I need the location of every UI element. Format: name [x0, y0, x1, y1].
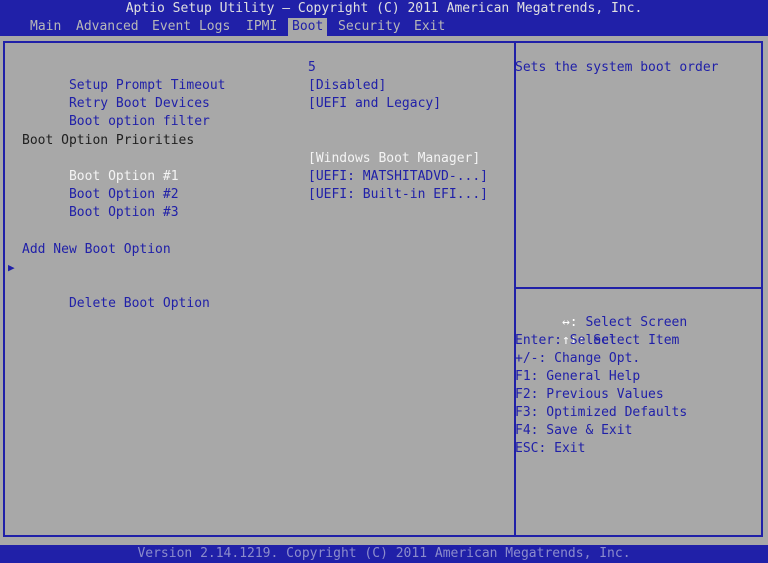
boot-option-value: [Windows Boot Manager]	[308, 151, 481, 166]
key-hint-f2: F2: Previous Values	[515, 387, 664, 402]
setting-value: 5	[308, 60, 316, 75]
vertical-divider	[514, 43, 516, 535]
tab-exit[interactable]: Exit	[410, 18, 449, 36]
tab-advanced[interactable]: Advanced	[72, 18, 143, 36]
tab-main[interactable]: Main	[26, 18, 65, 36]
delete-boot-option[interactable]: ▶ Delete Boot Option	[8, 259, 210, 311]
setting-label: Boot option filter	[68, 114, 210, 129]
boot-option-2[interactable]: Boot Option #2 [UEFI: MATSHITADVD-...]	[22, 168, 488, 202]
help-text: Sets the system boot order	[515, 60, 719, 75]
tab-ipmi[interactable]: IPMI	[242, 18, 281, 36]
boot-option-value: [UEFI: MATSHITADVD-...]	[308, 169, 489, 184]
boot-option-value: [UEFI: Built-in EFI...]	[308, 187, 489, 202]
help-divider	[516, 287, 763, 289]
setting-setup-prompt-timeout[interactable]: Setup Prompt Timeout 5	[22, 59, 316, 93]
key-hint-f1: F1: General Help	[515, 369, 641, 384]
setup-panel: Setup Prompt Timeout 5 Retry Boot Device…	[0, 36, 768, 545]
panel-frame: Setup Prompt Timeout 5 Retry Boot Device…	[3, 41, 763, 537]
key-hint-f4: F4: Save & Exit	[515, 423, 633, 438]
boot-option-label: Boot Option #3	[68, 205, 179, 220]
action-label: Delete Boot Option	[68, 296, 210, 311]
setting-value: [Disabled]	[308, 78, 387, 93]
window-title: Aptio Setup Utility – Copyright (C) 2011…	[125, 1, 643, 16]
boot-option-1[interactable]: Boot Option #1 [Windows Boot Manager]	[22, 150, 480, 184]
boot-option-3[interactable]: Boot Option #3 [UEFI: Built-in EFI...]	[22, 186, 488, 220]
setting-boot-option-filter[interactable]: Boot option filter [UEFI and Legacy]	[22, 95, 441, 129]
key-hint-change-opt: +/-: Change Opt.	[515, 351, 641, 366]
key-hint-enter: Enter: Select	[515, 333, 617, 348]
tab-security[interactable]: Security	[334, 18, 405, 36]
footer-version: Version 2.14.1219. Copyright (C) 2011 Am…	[137, 546, 631, 561]
tab-event-logs[interactable]: Event Logs	[148, 18, 234, 36]
key-hint-f3: F3: Optimized Defaults	[515, 405, 688, 420]
tab-bar: Main Advanced Event Logs IPMI Boot Secur…	[0, 18, 768, 36]
tab-boot[interactable]: Boot	[288, 18, 328, 36]
key-hint-esc: ESC: Exit	[515, 441, 586, 456]
add-new-boot-option[interactable]: Add New Boot Option	[22, 241, 171, 259]
priorities-heading: Boot Option Priorities	[22, 133, 195, 148]
setting-retry-boot-devices[interactable]: Retry Boot Devices [Disabled]	[22, 77, 386, 111]
setting-value: [UEFI and Legacy]	[308, 96, 442, 111]
selection-arrow-icon: ▶	[8, 261, 15, 274]
